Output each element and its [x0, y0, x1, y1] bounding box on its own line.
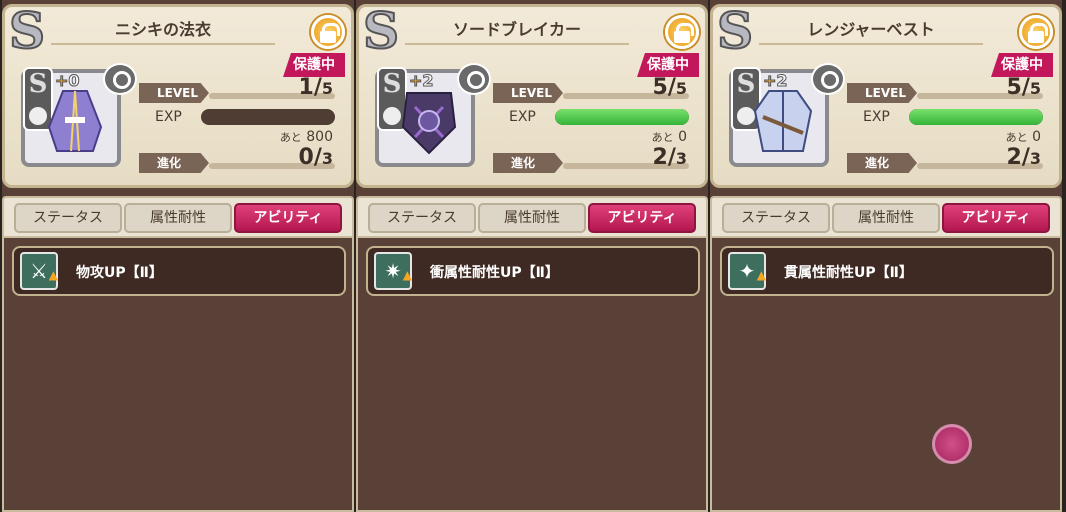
exp-label: EXP [509, 109, 536, 125]
evolution-value: 2/3 [652, 145, 688, 170]
vest-icon [753, 90, 813, 152]
ability-item[interactable]: ✦ ▲ 貫属性耐性UP【Ⅱ】 [720, 246, 1054, 296]
exp-remaining: あと 0 [1005, 129, 1041, 145]
shield-icon [401, 92, 457, 155]
ability-name: 貫属性耐性UP【Ⅱ】 [784, 265, 913, 281]
level-label: LEVEL [847, 83, 917, 103]
exp-bar [909, 109, 1043, 125]
protect-badge: 保護中 [991, 53, 1053, 77]
tab-ability[interactable]: アビリティ [234, 203, 342, 233]
up-arrow-icon: ▲ [402, 268, 412, 282]
rank-badge: S [716, 1, 754, 60]
up-arrow-icon: ▲ [48, 268, 58, 282]
equipment-panel: S ニシキの法衣 保護中 S +0 LEVEL 1/5 EXP あと 800 進… [2, 0, 354, 512]
lock-icon[interactable] [311, 15, 345, 49]
tab-ability[interactable]: アビリティ [588, 203, 696, 233]
pierce-icon: ✦ ▲ [728, 252, 766, 290]
level-value: 5/5 [1006, 75, 1042, 100]
ability-list: ⚔ ▲ 物攻UP【Ⅱ】 [2, 238, 354, 512]
detail-tabs: ステータス 属性耐性 アビリティ [2, 196, 354, 238]
robe-icon [47, 90, 103, 152]
tab-status[interactable]: ステータス [14, 203, 122, 233]
equipment-header: S ソードブレイカー 保護中 S +2 LEVEL 5/5 EXP あと 0 進… [356, 4, 708, 188]
exp-bar [201, 109, 335, 125]
level-value: 5/5 [652, 75, 688, 100]
zoom-icon[interactable] [811, 63, 845, 95]
evolution-label: 進化 [139, 153, 209, 173]
equipment-panel: S レンジャーベスト 保護中 S +2 LEVEL 5/5 EXP あと 0 進… [710, 0, 1062, 512]
zoom-icon[interactable] [457, 63, 491, 95]
zoom-icon[interactable] [103, 63, 137, 95]
protect-badge: 保護中 [283, 53, 345, 77]
rank-badge: S [8, 1, 46, 60]
detail-tabs: ステータス 属性耐性 アビリティ [356, 196, 708, 238]
rank-badge: S [362, 1, 400, 60]
equipment-name: ニシキの法衣 [51, 17, 275, 45]
evolution-value: 2/3 [1006, 145, 1042, 170]
tab-status[interactable]: ステータス [368, 203, 476, 233]
touch-indicator [932, 424, 972, 464]
tab-status[interactable]: ステータス [722, 203, 830, 233]
ability-list: ✦ ▲ 貫属性耐性UP【Ⅱ】 [710, 238, 1062, 512]
lock-icon[interactable] [1019, 15, 1053, 49]
lock-icon[interactable] [665, 15, 699, 49]
exp-label: EXP [155, 109, 182, 125]
item-frame[interactable]: S +2 [375, 63, 491, 167]
exp-remaining: あと 800 [279, 129, 333, 145]
exp-remaining: あと 0 [651, 129, 687, 145]
level-label: LEVEL [493, 83, 563, 103]
exp-label: EXP [863, 109, 890, 125]
equipment-header: S ニシキの法衣 保護中 S +0 LEVEL 1/5 EXP あと 800 進… [2, 4, 354, 188]
level-value: 1/5 [298, 75, 334, 100]
ability-item[interactable]: ⚔ ▲ 物攻UP【Ⅱ】 [12, 246, 346, 296]
level-label: LEVEL [139, 83, 209, 103]
exp-fill [555, 109, 689, 125]
detail-tabs: ステータス 属性耐性 アビリティ [710, 196, 1062, 238]
protect-badge: 保護中 [637, 53, 699, 77]
evolution-value: 0/3 [298, 145, 334, 170]
tab-resistance[interactable]: 属性耐性 [478, 203, 586, 233]
evolution-label: 進化 [847, 153, 917, 173]
item-frame[interactable]: S +0 [21, 63, 137, 167]
ability-item[interactable]: ✷ ▲ 衝属性耐性UP【Ⅱ】 [366, 246, 700, 296]
tab-ability[interactable]: アビリティ [942, 203, 1050, 233]
impact-icon: ✷ ▲ [374, 252, 412, 290]
tab-resistance[interactable]: 属性耐性 [832, 203, 940, 233]
item-frame[interactable]: S +2 [729, 63, 845, 167]
ability-list: ✷ ▲ 衝属性耐性UP【Ⅱ】 [356, 238, 708, 512]
equipment-panel: S ソードブレイカー 保護中 S +2 LEVEL 5/5 EXP あと 0 進… [356, 0, 708, 512]
sword-icon: ⚔ ▲ [20, 252, 58, 290]
equipment-name: レンジャーベスト [759, 17, 983, 45]
exp-bar [555, 109, 689, 125]
tab-resistance[interactable]: 属性耐性 [124, 203, 232, 233]
ability-name: 衝属性耐性UP【Ⅱ】 [430, 265, 559, 281]
exp-fill [909, 109, 1043, 125]
equipment-name: ソードブレイカー [405, 17, 629, 45]
up-arrow-icon: ▲ [756, 268, 766, 282]
equipment-header: S レンジャーベスト 保護中 S +2 LEVEL 5/5 EXP あと 0 進… [710, 4, 1062, 188]
ability-name: 物攻UP【Ⅱ】 [76, 265, 163, 281]
evolution-label: 進化 [493, 153, 563, 173]
